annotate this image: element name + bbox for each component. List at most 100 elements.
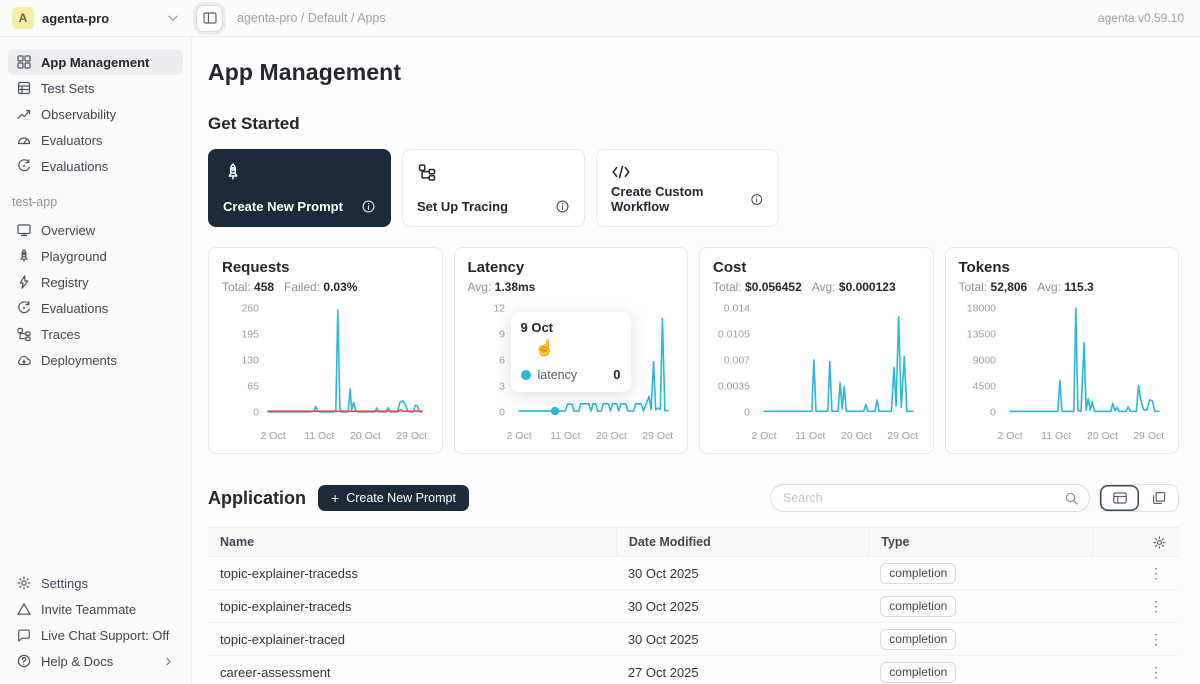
breadcrumb: agenta-pro / Default / Apps	[237, 11, 386, 25]
chevron-right-icon	[162, 655, 175, 668]
sidebar-item-label: App Management	[41, 55, 149, 70]
sidebar-toggle-button[interactable]	[196, 5, 223, 32]
chart-stats: Total: 458Failed: 0.03%	[222, 280, 429, 294]
column-header-type: Type	[868, 528, 1091, 556]
sidebar-item-label: Playground	[41, 249, 107, 264]
sidebar-app-item-playground[interactable]: Playground	[8, 243, 183, 269]
help-circle-icon	[16, 653, 32, 669]
row-menu-button[interactable]: ⋮	[1145, 665, 1167, 679]
tree-icon	[16, 326, 32, 342]
svg-text:3: 3	[499, 381, 505, 393]
svg-text:20 Oct: 20 Oct	[841, 430, 872, 442]
table-view-button[interactable]	[1100, 485, 1139, 511]
sidebar-item-evaluators[interactable]: Evaluators	[8, 127, 183, 153]
sidebar-app-item-overview[interactable]: Overview	[8, 217, 183, 243]
row-menu-button[interactable]: ⋮	[1145, 599, 1167, 613]
svg-text:0.007: 0.007	[724, 355, 750, 367]
workspace-switcher[interactable]: A agenta-pro	[0, 7, 192, 29]
gauge-icon	[16, 132, 32, 148]
row-menu-button[interactable]: ⋮	[1145, 566, 1167, 580]
view-toggle	[1099, 484, 1179, 512]
get-started-card-create-custom-workflow[interactable]: Create Custom Workflow	[596, 149, 779, 227]
create-new-prompt-label: Create New Prompt	[346, 491, 456, 505]
type-cell: completion	[868, 596, 1091, 617]
stats-charts-row: RequestsTotal: 458Failed: 0.03%065130195…	[208, 247, 1179, 454]
svg-text:9: 9	[499, 329, 505, 341]
svg-text:9000: 9000	[972, 355, 996, 367]
test-sets-icon	[16, 80, 32, 96]
card-label: Set Up Tracing	[417, 199, 508, 214]
sidebar: App Management Test Sets Observability Eval…	[0, 37, 192, 684]
date-modified-cell: 30 Oct 2025	[616, 566, 868, 581]
sidebar-footer-item-help-docs[interactable]: Help & Docs	[8, 648, 183, 674]
row-menu-button[interactable]: ⋮	[1145, 632, 1167, 646]
chart-title: Tokens	[959, 259, 1166, 276]
sidebar-section-label: test-app	[12, 195, 179, 209]
actions-cell: ⋮	[1092, 632, 1179, 646]
svg-text:2 Oct: 2 Oct	[997, 430, 1022, 442]
get-started-card-create-new-prompt[interactable]: Create New Prompt	[208, 149, 391, 227]
svg-text:29 Oct: 29 Oct	[396, 430, 427, 442]
actions-cell: ⋮	[1092, 665, 1179, 679]
table-row[interactable]: topic-explainer-traced30 Oct 2025complet…	[208, 623, 1179, 656]
sidebar-footer-item-settings[interactable]: Settings	[8, 570, 183, 596]
sidebar-app-item-registry[interactable]: Registry	[8, 269, 183, 295]
latency-chart-card: LatencyAvg: 1.38ms0369122 Oct11 Oct20 Oc…	[454, 247, 689, 454]
table-row[interactable]: topic-explainer-tracedss30 Oct 2025compl…	[208, 557, 1179, 590]
sidebar-footer-nav: Settings Invite Teammate Live Chat Support…	[8, 570, 183, 674]
sidebar-app-item-deployments[interactable]: Deployments	[8, 347, 183, 373]
column-header-actions	[1092, 528, 1179, 556]
bolt-icon	[16, 274, 32, 290]
stat-value: 458	[254, 280, 274, 294]
svg-text:29 Oct: 29 Oct	[642, 430, 673, 442]
stat-label: Avg:	[1037, 280, 1064, 294]
sidebar-item-label: Registry	[41, 275, 89, 290]
sidebar-app-item-traces[interactable]: Traces	[8, 321, 183, 347]
sidebar-item-label: Invite Teammate	[41, 602, 136, 617]
sidebar-app-nav: Overview Playground Registry EvaluationsTra…	[8, 217, 183, 373]
sidebar-item-test-sets[interactable]: Test Sets	[8, 75, 183, 101]
table-view-icon	[1112, 490, 1128, 506]
search-icon[interactable]	[1064, 491, 1079, 506]
search-input[interactable]	[783, 491, 1064, 505]
info-icon	[750, 192, 764, 207]
sidebar-item-app-management[interactable]: App Management	[8, 49, 183, 75]
get-started-card-set-up-tracing[interactable]: Set Up Tracing	[402, 149, 585, 227]
svg-text:20 Oct: 20 Oct	[350, 430, 381, 442]
chart-stats: Total: 52,806Avg: 115.3	[959, 280, 1166, 294]
application-heading: Application	[208, 488, 306, 509]
workspace-name: agenta-pro	[42, 11, 109, 26]
svg-text:11 Oct: 11 Oct	[304, 430, 334, 442]
chart-plot: 0651301952602 Oct11 Oct20 Oct29 Oct	[222, 300, 429, 446]
svg-text:0: 0	[499, 407, 505, 419]
column-settings-gear-icon[interactable]	[1152, 535, 1167, 550]
sidebar-item-observability[interactable]: Observability	[8, 101, 183, 127]
card-view-button[interactable]	[1139, 485, 1178, 511]
mini-line-chart: 0651301952602 Oct11 Oct20 Oct29 Oct	[222, 300, 428, 446]
table-row[interactable]: career-assessment27 Oct 2025completion⋮	[208, 656, 1179, 684]
svg-text:6: 6	[499, 355, 505, 367]
sidebar-footer-item-live-chat-support-off[interactable]: Live Chat Support: Off	[8, 622, 183, 648]
stat-value: $0.000123	[839, 280, 896, 294]
app-name-cell: topic-explainer-tracedss	[208, 566, 616, 581]
sidebar-main-nav: App Management Test Sets Observability Eval…	[8, 49, 183, 179]
create-new-prompt-button[interactable]: + Create New Prompt	[318, 485, 469, 511]
mini-line-chart: 04500900013500180002 Oct11 Oct20 Oct29 O…	[959, 300, 1165, 446]
apps-table: NameDate ModifiedType topic-explainer-tr…	[208, 527, 1179, 684]
sidebar-app-item-evaluations[interactable]: Evaluations	[8, 295, 183, 321]
chart-title: Requests	[222, 259, 429, 276]
sidebar-item-label: Observability	[41, 107, 116, 122]
svg-text:0.014: 0.014	[724, 303, 750, 315]
svg-text:20 Oct: 20 Oct	[596, 430, 627, 442]
mouse-cursor-icon: ☝	[535, 338, 555, 358]
actions-cell: ⋮	[1092, 566, 1179, 580]
topbar: A agenta-pro agenta-pro / Default / Apps…	[0, 0, 1200, 37]
table-row[interactable]: topic-explainer-traceds30 Oct 2025comple…	[208, 590, 1179, 623]
svg-text:195: 195	[241, 329, 259, 341]
sidebar-item-evaluations[interactable]: Evaluations	[8, 153, 183, 179]
application-controls	[770, 484, 1179, 512]
stat-label: Total:	[222, 280, 254, 294]
sidebar-footer-item-invite-teammate[interactable]: Invite Teammate	[8, 596, 183, 622]
cloud-upload-icon	[16, 352, 32, 368]
series-color-dot	[521, 370, 531, 380]
